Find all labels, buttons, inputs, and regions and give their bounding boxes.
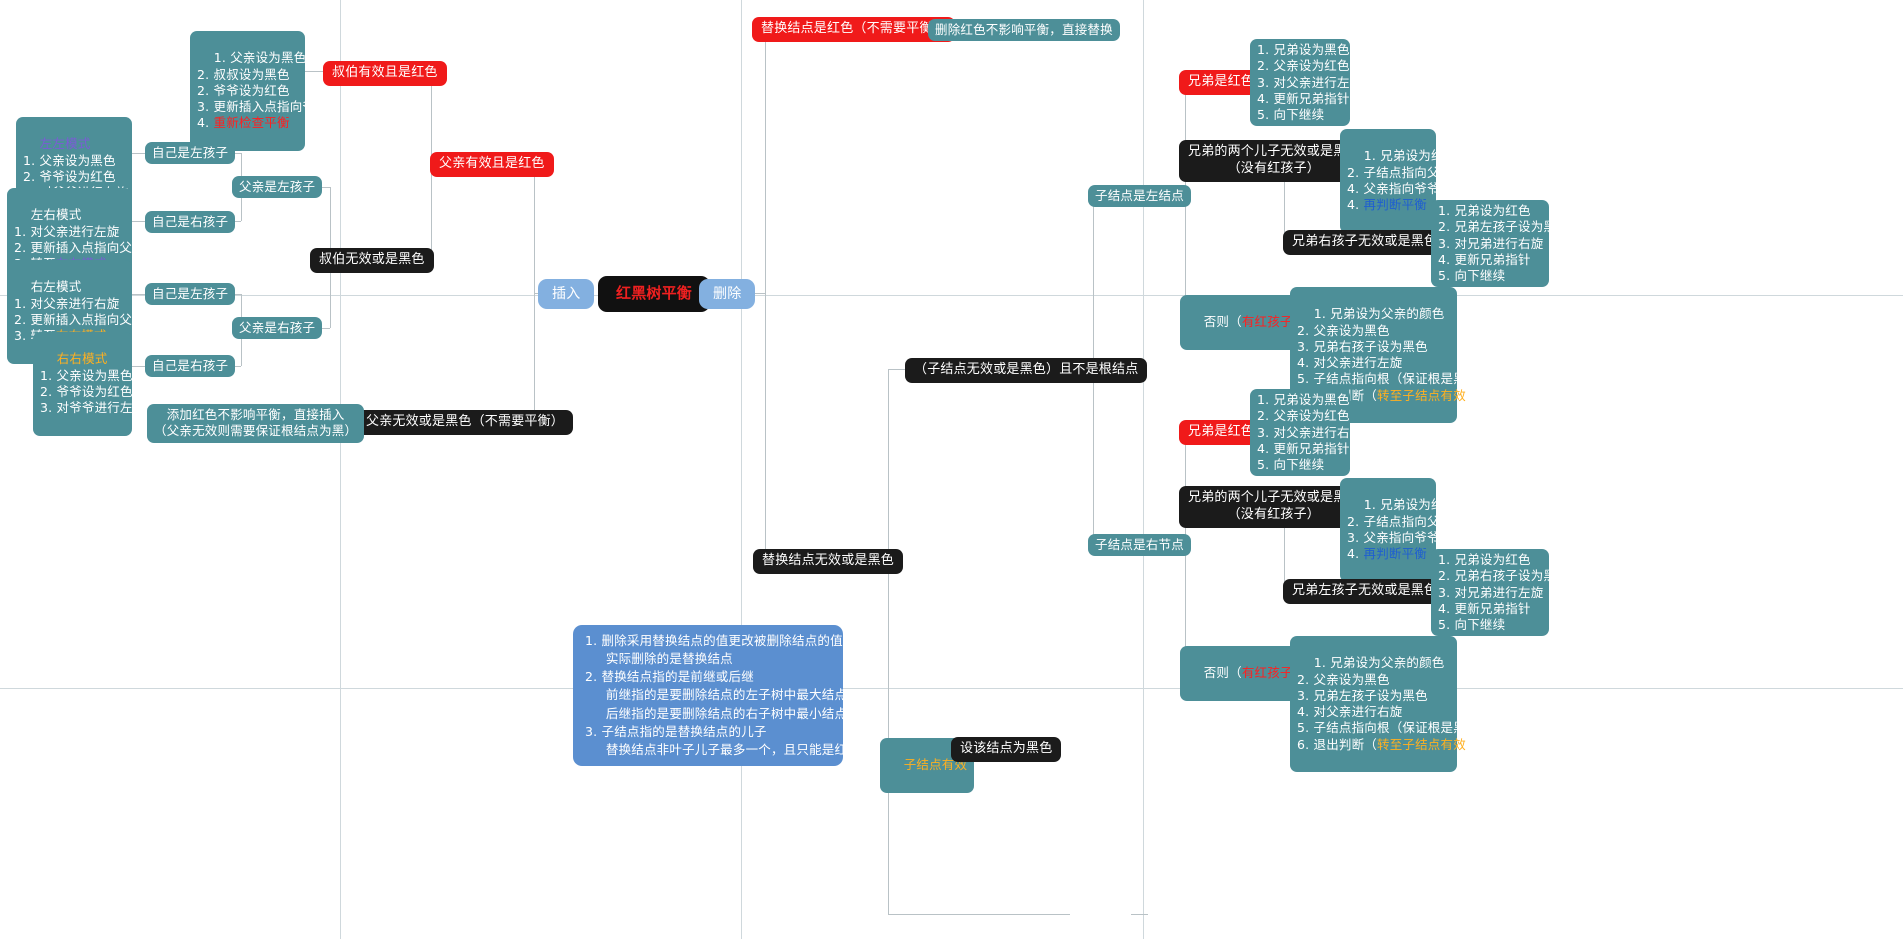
insert-self-is-left-1[interactable]: 自己是左孩子 [145, 142, 236, 165]
right-otherwise-steps[interactable]: 1. 兄弟设为父亲的颜色 2. 父亲设为黑色 3. 兄弟左孩子设为黑色 4. 对… [1290, 636, 1491, 772]
delete-child-is-left[interactable]: 子结点是左结点 [1088, 185, 1191, 208]
highlight-text: 有红孩子 [1241, 665, 1293, 681]
insert-pattern-right-right[interactable]: 右右模式 1. 父亲设为黑色 2. 爷爷设为红色 3. 对爷爷进行左旋 [33, 332, 145, 436]
connector [888, 369, 889, 561]
insert-father-is-left[interactable]: 父亲是左孩子 [232, 176, 323, 199]
connector [765, 28, 766, 293]
root-node[interactable]: 红黑树平衡 [598, 276, 711, 312]
insert-father-valid-red[interactable]: 父亲有效且是红色 [430, 152, 554, 177]
insert-uncle-invalid-black[interactable]: 叔伯无效或是黑色 [310, 248, 434, 273]
pattern-title: 左右模式 [30, 207, 82, 223]
branch-delete[interactable]: 删除 [699, 279, 756, 310]
left-brother-red-steps[interactable]: 1. 兄弟设为黑色 2. 父亲设为红色 3. 对父亲进行左旋 4. 更新兄弟指针… [1250, 39, 1362, 127]
right-brother-red-steps[interactable]: 1. 兄弟设为黑色 2. 父亲设为红色 3. 对父亲进行右旋 4. 更新兄弟指针… [1250, 389, 1362, 477]
connector [132, 366, 145, 367]
left-brother-right-child-black-steps[interactable]: 1. 兄弟设为红色 2. 兄弟左孩子设为黑色 3. 对兄弟进行右旋 4. 更新兄… [1431, 200, 1569, 288]
delete-child-is-right[interactable]: 子结点是右节点 [1088, 534, 1191, 557]
right-brother-left-child-black-steps[interactable]: 1. 兄弟设为红色 2. 兄弟右孩子设为黑色 3. 对兄弟进行左旋 4. 更新兄… [1431, 549, 1569, 637]
delete-child-valid-action[interactable]: 设该结点为黑色 [951, 737, 1062, 762]
connector [132, 221, 145, 222]
pattern-title: 右左模式 [30, 279, 82, 295]
delete-replace-red-note[interactable]: 删除红色不影响平衡，直接替换 [928, 19, 1120, 42]
page-guide-horizontal-2 [0, 688, 1903, 689]
otherwise-label: 否则（ [1203, 665, 1242, 681]
highlight-text: 再判断平衡 [1363, 197, 1428, 212]
delete-replace-invalid-black[interactable]: 替换结点无效或是黑色 [753, 549, 904, 574]
connector [534, 165, 535, 294]
connector [534, 293, 535, 421]
delete-replace-red[interactable]: 替换结点是红色（不需要平衡） [752, 17, 955, 42]
connector [132, 153, 145, 154]
connector [1131, 914, 1148, 915]
delete-child-invalid-black-not-root[interactable]: （子结点无效或是黑色）且不是根结点 [905, 358, 1148, 383]
connector [305, 71, 323, 72]
pattern-title: 左左模式 [39, 136, 91, 152]
page-guide-horizontal-1 [0, 295, 1903, 296]
left-brother-children-black-steps[interactable]: 1. 兄弟设为红色 2. 子结点指向父亲 4. 父亲指向爷爷 4. 再判断平衡 [1340, 129, 1456, 233]
otherwise-label: 否则（ [1203, 314, 1242, 330]
insert-father-invalid-black-note[interactable]: 添加红色不影响平衡，直接插入 （父亲无效则需要保证根结点为黑） [147, 404, 365, 443]
step-line-end: ） [1465, 387, 1479, 403]
insert-uncle-valid-red[interactable]: 叔伯有效且是红色 [323, 61, 447, 86]
connector [431, 165, 432, 258]
highlight-text: 转至子结点有效 [1377, 736, 1466, 752]
connector [132, 294, 145, 295]
pattern-steps: 1. 父亲设为黑色 2. 爷爷设为红色 3. 对爷爷进行左旋 [40, 367, 146, 416]
connector [888, 560, 889, 914]
insert-self-is-right-1[interactable]: 自己是右孩子 [145, 211, 236, 234]
connector [888, 369, 905, 370]
page-guide-vertical-1 [340, 0, 341, 939]
insert-self-is-left-2[interactable]: 自己是左孩子 [145, 283, 236, 306]
insert-father-is-right[interactable]: 父亲是右孩子 [232, 317, 323, 340]
mindmap-canvas: 红黑树平衡 插入 删除 父亲有效且是红色 父亲无效或是黑色（不需要平衡） 添加红… [0, 0, 1903, 939]
page-guide-vertical-3 [1143, 0, 1144, 939]
delete-notes[interactable]: 1. 删除采用替换结点的值更改被删除结点的值 实际删除的是替换结点 2. 替换结… [573, 625, 860, 766]
connector [765, 293, 766, 560]
highlight-text: 有红孩子 [1241, 314, 1293, 330]
right-brother-children-black-steps[interactable]: 1. 兄弟设为红色 2. 子结点指向父亲 3. 父亲指向爷爷 4. 再判断平衡 [1340, 478, 1456, 582]
left-brother-right-child-black[interactable]: 兄弟右孩子无效或是黑色 [1283, 230, 1447, 255]
highlight-text: 重新检查平衡 [213, 115, 290, 131]
step-line-end: ） [1465, 736, 1479, 752]
insert-father-invalid-black[interactable]: 父亲无效或是黑色（不需要平衡） [357, 410, 574, 435]
highlight-text: 再判断平衡 [1363, 546, 1428, 561]
page-guide-vertical-2 [741, 0, 742, 939]
pattern-title: 右右模式 [56, 351, 108, 367]
highlight-text: 转至子结点有效 [1377, 387, 1466, 403]
connector [888, 914, 1070, 915]
insert-uncle-red-steps[interactable]: 1. 父亲设为黑色 2. 叔叔设为黑色 2. 爷爷设为红色 3. 更新插入点指向… [190, 31, 328, 151]
branch-insert[interactable]: 插入 [538, 279, 595, 310]
insert-self-is-right-2[interactable]: 自己是右孩子 [145, 355, 236, 378]
right-brother-left-child-black[interactable]: 兄弟左孩子无效或是黑色 [1283, 579, 1447, 604]
